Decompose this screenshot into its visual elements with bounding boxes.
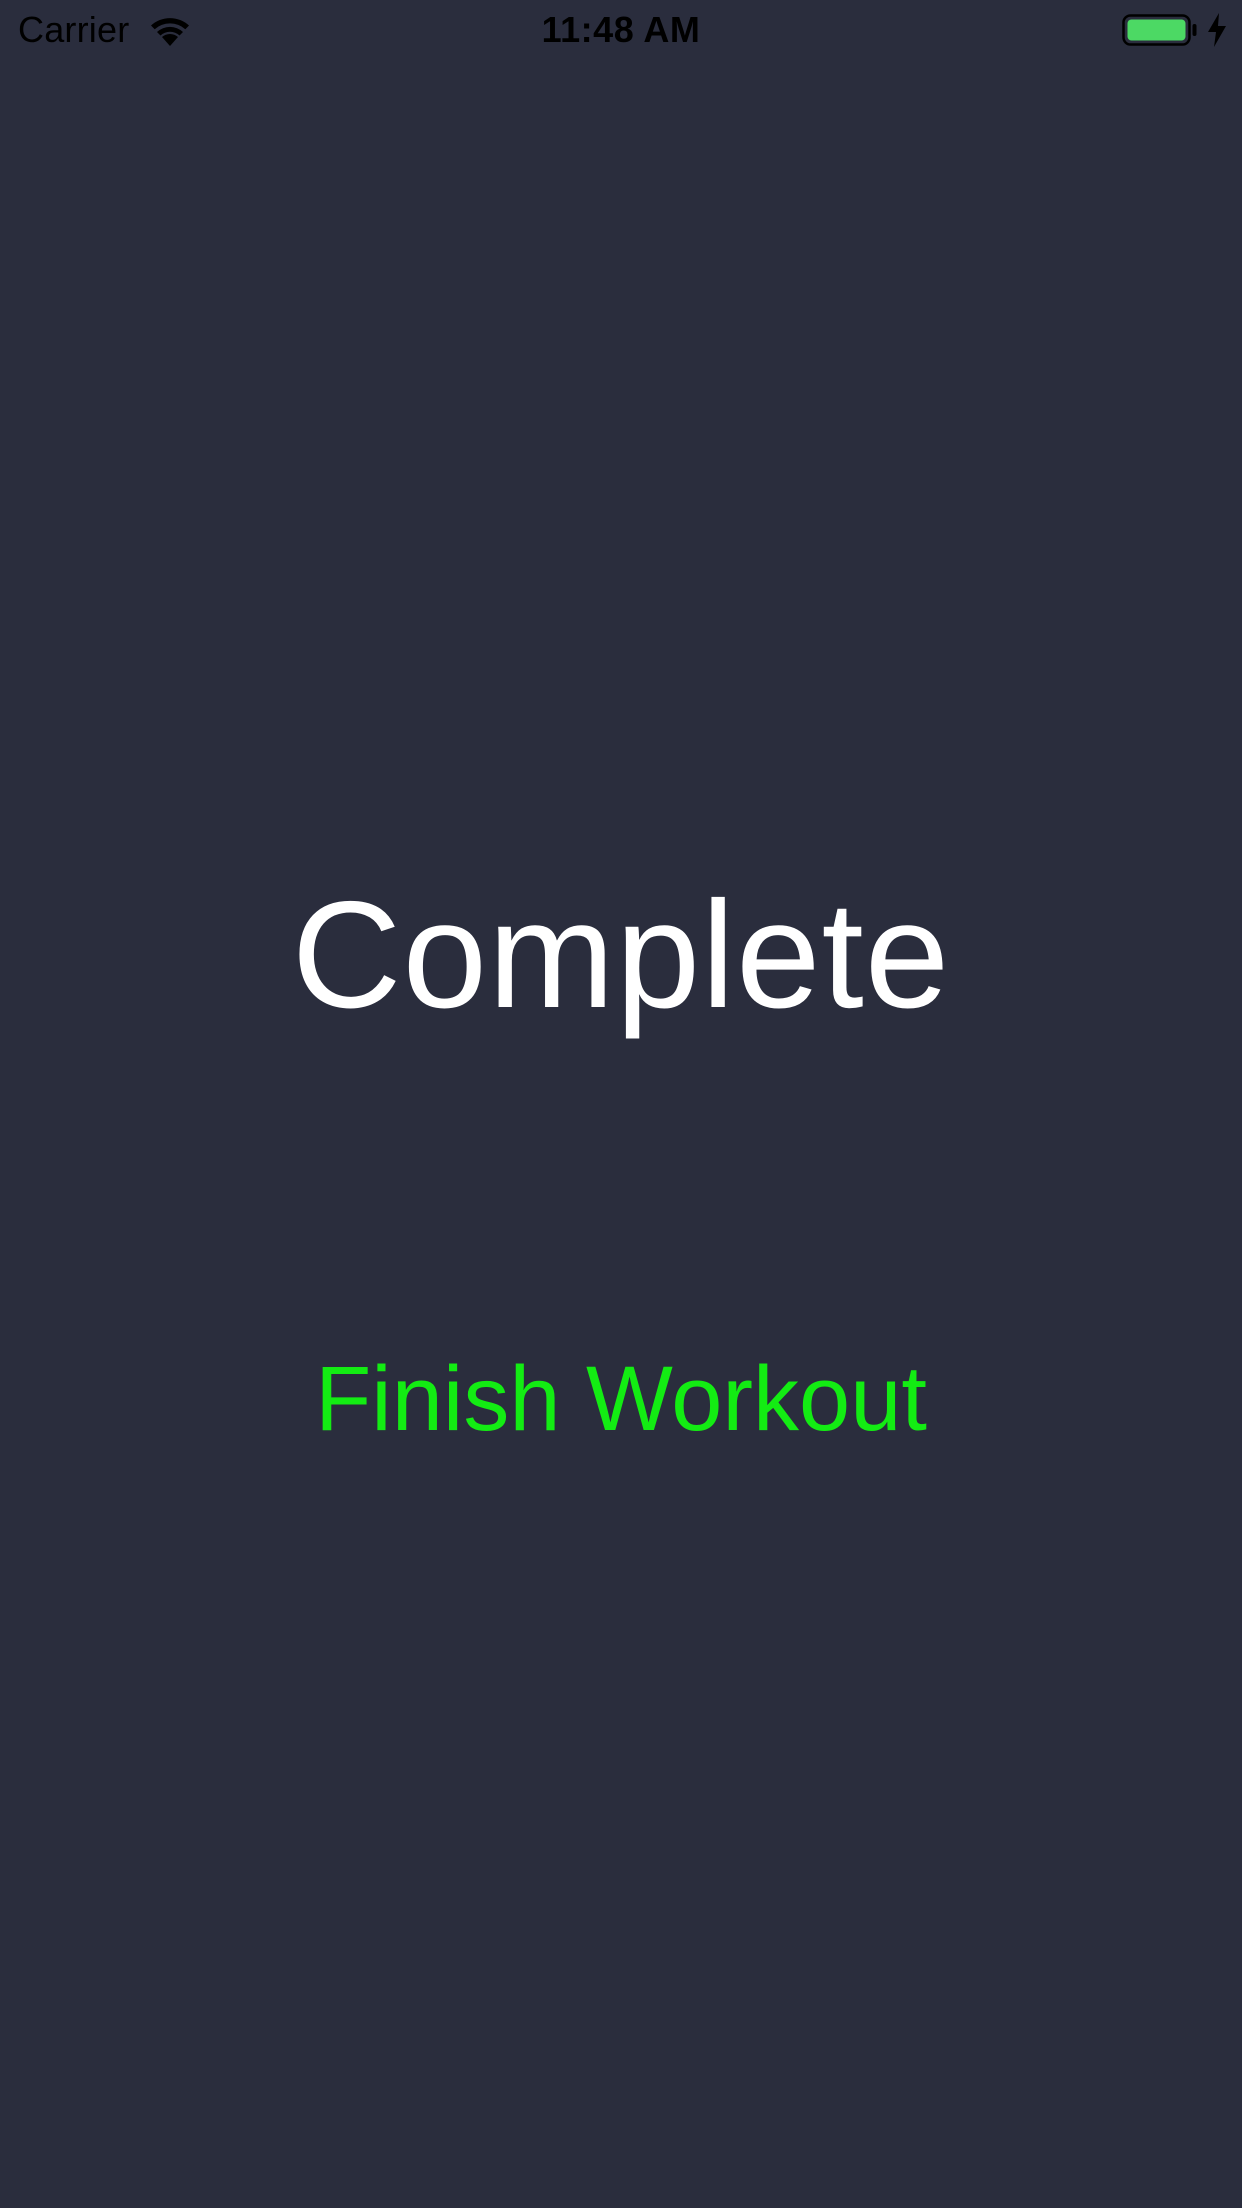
status-time: 11:48 AM — [541, 9, 701, 50]
battery-icon — [1122, 14, 1198, 46]
charging-bolt-icon — [1206, 12, 1228, 48]
finish-workout-button[interactable]: Finish Workout — [271, 1344, 971, 1454]
page-title: Complete — [291, 870, 951, 1040]
status-bar: Carrier 11:48 AM — [0, 0, 1242, 60]
